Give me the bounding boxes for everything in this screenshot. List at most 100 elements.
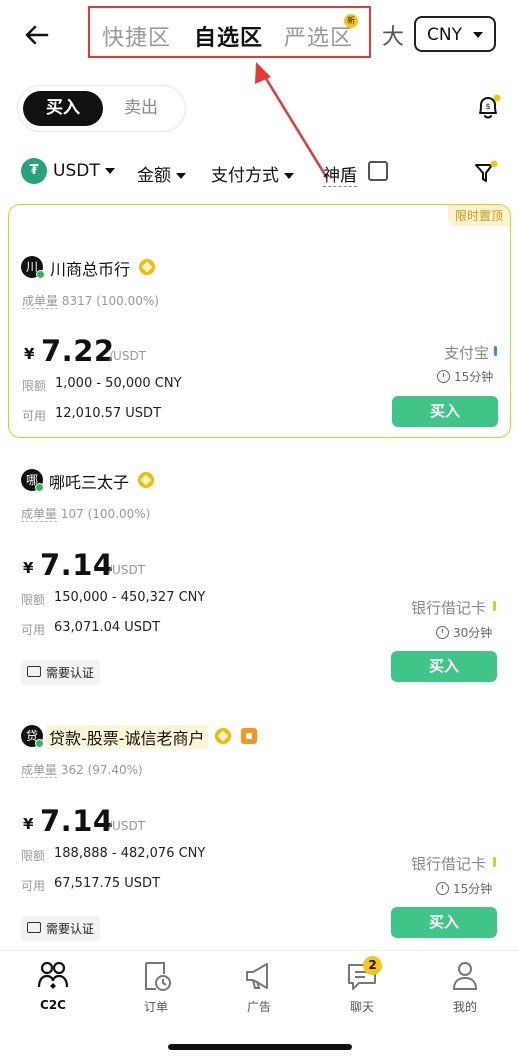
bottom-nav: C2C 订单 广告 聊天 我的 — [0, 950, 519, 1057]
size-toggle[interactable]: 大 — [382, 19, 404, 51]
merchant-name[interactable]: 川商总币行 — [50, 256, 130, 280]
chevron-down-icon — [176, 173, 186, 179]
nav-label: 聊天 — [349, 1000, 374, 1014]
chevron-down-icon — [104, 168, 115, 174]
buy-sell-toggle: 买入 卖出 — [17, 85, 186, 132]
tab-selected-zone[interactable]: 自选区 — [194, 20, 263, 52]
verification-required-tag: 需要认证 — [21, 660, 101, 685]
price-unit: /USDT — [108, 819, 146, 833]
order-icon — [145, 962, 171, 991]
nav-label: 订单 — [143, 1000, 168, 1014]
verified-badge-icon — [138, 472, 154, 488]
payment-time: 15分钟 — [453, 882, 493, 896]
payment-filter[interactable]: 支付方式 — [211, 161, 294, 186]
order-stats: 成单量 362 (97.40%) — [21, 761, 143, 778]
currency-select[interactable]: CNY — [414, 16, 496, 52]
new-badge: 新 — [344, 14, 358, 28]
price: 7.22 — [41, 334, 115, 368]
limit-value: 188,888 - 482,076 CNY — [54, 846, 206, 861]
ad-card: 限时置顶 川 川商总币行 成单量 8317 (100.00%) ¥ 7.22 /… — [8, 204, 511, 438]
chevron-down-icon — [284, 173, 294, 179]
limit-label: 限额 — [21, 593, 46, 607]
id-card-icon — [27, 666, 41, 677]
chat-unread-badge: 2 — [363, 956, 382, 975]
verified-badge-icon — [215, 728, 231, 744]
pinned-tag: 限时置顶 — [447, 205, 510, 226]
limit-label: 限额 — [21, 849, 46, 863]
sell-tab[interactable]: 卖出 — [124, 91, 158, 126]
merchant-name[interactable]: 哪吒三太子 — [49, 469, 129, 493]
payment-time: 30分钟 — [453, 626, 493, 640]
buy-tab[interactable]: 买入 — [23, 91, 103, 126]
timer-icon — [436, 626, 449, 639]
people-icon — [37, 961, 69, 989]
shield-filter-label: 神盾 — [323, 161, 357, 187]
tab-quick-zone[interactable]: 快捷区 — [102, 20, 171, 52]
payment-color-bar — [493, 601, 496, 611]
available-value: 67,517.75 USDT — [54, 876, 161, 891]
timer-icon — [437, 370, 450, 383]
profile-icon — [452, 962, 478, 990]
stats-label: 成单量 — [22, 294, 59, 309]
stats-value: 362 (97.40%) — [60, 763, 143, 777]
payment-method: 支付宝 — [444, 344, 490, 362]
merchant-shop-badge-icon — [241, 728, 257, 744]
filter-funnel-icon[interactable] — [472, 158, 500, 186]
verification-required-tag: 需要认证 — [21, 916, 101, 941]
available-label: 可用 — [21, 623, 46, 637]
top-bar: 快捷区 自选区 严选区 新 大 CNY — [0, 0, 519, 70]
svg-text:$: $ — [485, 102, 490, 111]
available-value: 63,071.04 USDT — [54, 620, 161, 635]
available-value: 12,010.57 USDT — [55, 406, 162, 421]
stats-label: 成单量 — [21, 507, 58, 522]
verified-badge-icon — [139, 259, 155, 275]
buy-button[interactable]: 买入 — [391, 907, 497, 938]
bell-icon[interactable]: $ — [474, 93, 502, 121]
megaphone-icon — [246, 963, 268, 989]
nav-item-profile[interactable]: 我的 — [425, 959, 505, 1015]
nav-item-c2c[interactable]: C2C — [13, 959, 93, 1012]
payment-filter-label: 支付方式 — [211, 166, 279, 186]
amount-filter-label: 金额 — [137, 166, 171, 186]
order-stats: 成单量 8317 (100.00%) — [22, 292, 159, 309]
available-label: 可用 — [22, 409, 47, 423]
shield-checkbox[interactable] — [368, 161, 388, 181]
nav-item-orders[interactable]: 订单 — [116, 959, 196, 1015]
verification-label: 需要认证 — [46, 666, 95, 680]
nav-label: 我的 — [452, 1000, 477, 1014]
currency-symbol: ¥ — [23, 559, 34, 577]
merchant-name[interactable]: 贷款-股票-诚信老商户 — [46, 725, 208, 749]
amount-filter[interactable]: 金额 — [137, 161, 186, 186]
buy-button[interactable]: 买入 — [391, 651, 497, 682]
id-card-icon — [27, 922, 41, 933]
coin-filter-label: USDT — [53, 161, 100, 181]
available-label: 可用 — [21, 879, 46, 893]
tab-strict-zone[interactable]: 严选区 — [284, 20, 353, 52]
back-arrow-icon[interactable] — [22, 20, 52, 50]
currency-symbol: ¥ — [24, 345, 35, 363]
currency-symbol: ¥ — [23, 815, 34, 833]
limit-value: 1,000 - 50,000 CNY — [55, 376, 182, 391]
home-indicator — [168, 1044, 352, 1050]
price: 7.14 — [40, 804, 114, 838]
payment-color-bar — [493, 857, 496, 867]
currency-value: CNY — [427, 25, 462, 45]
price-unit: /USDT — [109, 349, 147, 363]
online-status-dot — [35, 739, 44, 748]
price: 7.14 — [40, 548, 114, 582]
order-stats: 成单量 107 (100.00%) — [21, 505, 150, 522]
verification-label: 需要认证 — [46, 922, 95, 936]
filter-bar: ₮ USDT 金额 支付方式 神盾 — [0, 150, 519, 192]
nav-label: C2C — [40, 998, 66, 1012]
ad-card: 贷 贷款-股票-诚信老商户 成单量 362 (97.40%) ¥ 7.14 /U… — [0, 706, 519, 948]
usdt-coin-icon: ₮ — [21, 158, 47, 184]
nav-item-chat[interactable]: 聊天 — [322, 959, 402, 1015]
limit-label: 限额 — [22, 379, 47, 393]
payment-time: 15分钟 — [454, 370, 494, 384]
coin-filter[interactable]: USDT — [53, 161, 115, 181]
ad-card: 哪 哪吒三太子 成单量 107 (100.00%) ¥ 7.14 /USDT 限… — [0, 450, 519, 695]
buy-button[interactable]: 买入 — [392, 396, 498, 427]
nav-item-ads[interactable]: 广告 — [219, 959, 299, 1015]
payment-method: 银行借记卡 — [411, 855, 487, 873]
timer-icon — [436, 882, 449, 895]
